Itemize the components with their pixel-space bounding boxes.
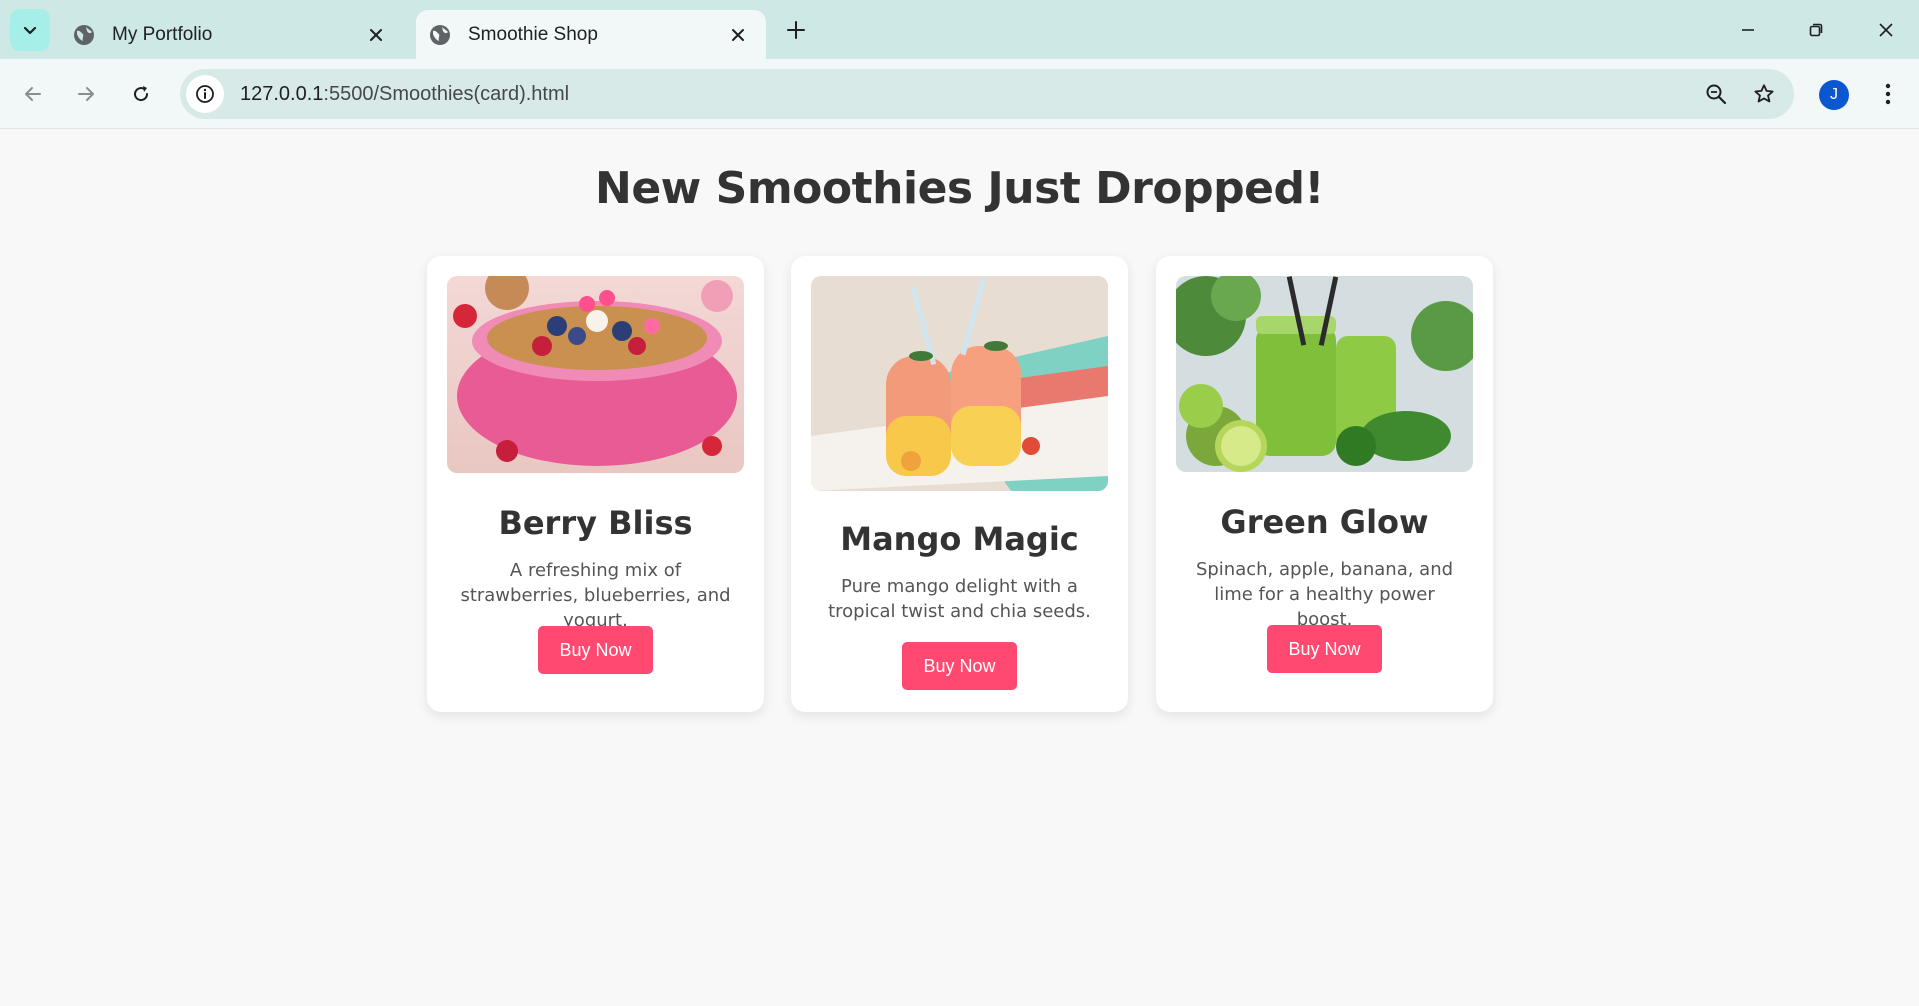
url-path: :5500/Smoothies(card).html (323, 82, 570, 105)
profile-avatar[interactable]: J (1819, 80, 1849, 110)
bookmark-star-icon[interactable] (1746, 76, 1782, 112)
reload-button[interactable] (122, 75, 160, 113)
arrow-right-icon (78, 87, 94, 101)
zoom-icon[interactable] (1698, 76, 1734, 112)
smoothie-card: Berry Bliss A refreshing mix of strawber… (427, 256, 764, 712)
browser-toolbar: 127.0.0.1:5500/Smoothies(card).html J (0, 59, 1919, 129)
green-smoothie-image (1176, 276, 1473, 472)
card-description: Spinach, apple, banana, and lime for a h… (1195, 559, 1454, 630)
close-icon[interactable] (724, 21, 752, 49)
tab-strip: My Portfolio Smoothie Shop (0, 0, 1919, 59)
card-title: Green Glow (1220, 503, 1429, 541)
new-tab-button[interactable] (780, 14, 812, 46)
berry-bowl-image (447, 276, 744, 473)
info-icon (196, 85, 214, 103)
plus-icon (787, 21, 805, 39)
restore-button[interactable] (1800, 14, 1832, 46)
close-icon[interactable] (362, 21, 390, 49)
back-button[interactable] (14, 75, 52, 113)
buy-now-button[interactable]: Buy Now (902, 642, 1017, 690)
close-window-button[interactable] (1870, 14, 1902, 46)
page-title: New Smoothies Just Dropped! (595, 163, 1325, 214)
buy-now-button[interactable]: Buy Now (1267, 625, 1382, 673)
close-icon (1879, 23, 1893, 37)
minimize-button[interactable] (1732, 14, 1764, 46)
tab-my-portfolio[interactable]: My Portfolio (62, 10, 404, 59)
restore-icon (1809, 23, 1823, 37)
tab-smoothie-shop[interactable]: Smoothie Shop (416, 10, 766, 59)
site-info-button[interactable] (186, 75, 224, 113)
card-title: Berry Bliss (498, 504, 693, 542)
arrow-left-icon (25, 87, 41, 101)
browser-menu-button[interactable] (1872, 75, 1904, 113)
url-text[interactable]: 127.0.0.1:5500/Smoothies(card).html (240, 83, 1698, 106)
more-vertical-icon (1885, 83, 1891, 105)
forward-button[interactable] (67, 75, 105, 113)
smoothie-card: Green Glow Spinach, apple, banana, and l… (1156, 256, 1493, 712)
tab-title: Smoothie Shop (468, 23, 598, 45)
globe-icon (428, 23, 452, 47)
page-content: New Smoothies Just Dropped! Berry Bliss … (0, 130, 1919, 1006)
card-title: Mango Magic (840, 520, 1079, 558)
tab-search-button[interactable] (10, 9, 50, 51)
chevron-down-icon (23, 26, 37, 35)
address-bar[interactable]: 127.0.0.1:5500/Smoothies(card).html (180, 69, 1794, 119)
card-description: Pure mango delight with a tropical twist… (828, 576, 1091, 622)
reload-icon (134, 86, 149, 102)
mango-smoothie-image (811, 276, 1108, 491)
tab-title: My Portfolio (112, 23, 213, 45)
globe-icon (72, 23, 96, 47)
smoothie-card: Mango Magic Pure mango delight with a tr… (791, 256, 1128, 712)
card-description: A refreshing mix of strawberries, bluebe… (460, 560, 731, 631)
buy-now-button[interactable]: Buy Now (538, 626, 653, 674)
minimize-icon (1742, 29, 1754, 31)
url-host: 127.0.0.1 (240, 82, 324, 105)
